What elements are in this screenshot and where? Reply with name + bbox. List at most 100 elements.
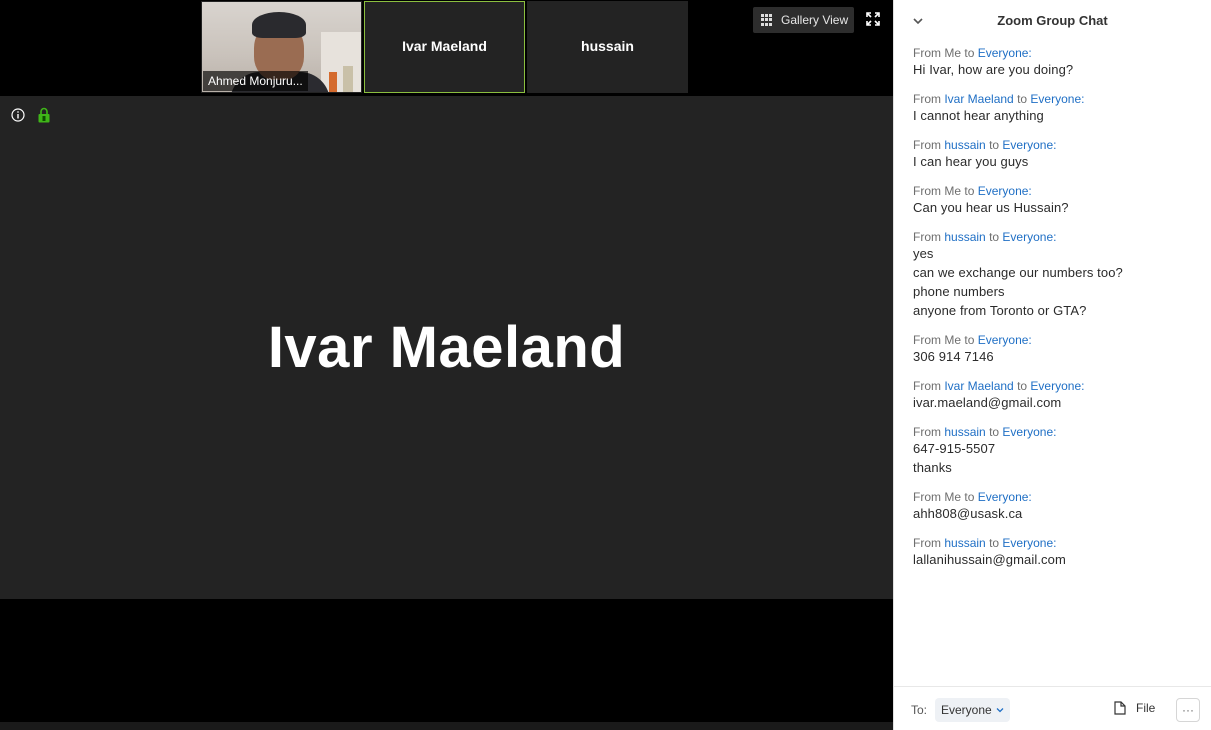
participant-thumbnail-hussain[interactable]: hussain [527, 1, 688, 93]
chat-message-text: ivar.maeland@gmail.com [913, 395, 1062, 410]
chat-message-text: Hi Ivar, how are you doing? [913, 62, 1074, 77]
recipient-name[interactable]: Everyone: [978, 46, 1032, 60]
chat-panel: Zoom Group Chat From Me to Everyone: Hi I… [893, 0, 1211, 730]
more-options-button[interactable]: ··· [1176, 698, 1200, 722]
chat-message-text: thanks [913, 460, 952, 475]
chat-message: From Ivar Maeland to Everyone: ivar.maela… [913, 379, 1201, 412]
sender-name: Me [944, 46, 962, 60]
sender-name[interactable]: hussain [944, 536, 985, 550]
recipient-name[interactable]: Everyone: [978, 333, 1032, 347]
active-speaker-video: Ivar Maeland [0, 96, 893, 599]
participant-thumbnail-ivar[interactable]: Ivar Maeland [364, 1, 525, 93]
chat-message: From Me to Everyone: Hi Ivar, how are you… [913, 46, 1201, 79]
chat-message: From hussain to Everyone: I can hear you … [913, 138, 1201, 171]
recipient-name[interactable]: Everyone: [1030, 379, 1084, 393]
from-prefix: From [913, 379, 941, 393]
to-word: to [964, 333, 975, 347]
chat-title: Zoom Group Chat [997, 13, 1108, 28]
chat-message: From Me to Everyone: Can you hear us Huss… [913, 184, 1201, 217]
recipient-name[interactable]: Everyone: [978, 184, 1032, 198]
to-word: to [1017, 92, 1028, 106]
from-prefix: From [913, 138, 941, 152]
chat-message: From hussain to Everyone: lallanihussain@… [913, 536, 1201, 569]
chat-message-text: I cannot hear anything [913, 108, 1044, 123]
chat-message-list: From Me to Everyone: Hi Ivar, how are you… [913, 46, 1201, 582]
chat-header: Zoom Group Chat [894, 0, 1211, 42]
file-button[interactable]: File [1114, 701, 1155, 715]
chat-message-meta: From Ivar Maeland to Everyone: [913, 379, 1201, 393]
recipient-name[interactable]: Everyone: [978, 490, 1032, 504]
from-prefix: From [913, 230, 941, 244]
chat-message: From Me to Everyone: ahh808@usask.ca [913, 490, 1201, 523]
from-prefix: From [913, 536, 941, 550]
to-word: to [964, 184, 975, 198]
chat-message: From hussain to Everyone: yes can we excha… [913, 230, 1201, 320]
file-icon [1114, 701, 1126, 715]
recipient-value: Everyone [941, 703, 992, 717]
sender-name[interactable]: Ivar Maeland [944, 379, 1013, 393]
chat-message-meta: From Ivar Maeland to Everyone: [913, 92, 1201, 106]
to-word: to [989, 138, 1000, 152]
recipient-name[interactable]: Everyone: [1002, 230, 1056, 244]
chat-message-text: 306 914 7146 [913, 349, 994, 364]
recipient-name[interactable]: Everyone: [1002, 425, 1056, 439]
zoom-meeting-window: Ahmed Monjuru... Ivar Maeland hussain Ga… [0, 0, 1211, 730]
to-word: to [989, 425, 1000, 439]
encryption-lock-icon[interactable] [38, 107, 50, 123]
chat-message-text: can we exchange our numbers too? [913, 265, 1123, 280]
participant-name-label: Ivar Maeland [402, 38, 487, 54]
recipient-name[interactable]: Everyone: [1030, 92, 1084, 106]
sender-name: Me [944, 490, 962, 504]
chat-message-meta: From Me to Everyone: [913, 333, 1201, 347]
chat-message-meta: From Me to Everyone: [913, 490, 1201, 504]
to-word: to [989, 230, 1000, 244]
chat-message-meta: From hussain to Everyone: [913, 138, 1201, 152]
fullscreen-icon[interactable] [866, 12, 880, 26]
participant-cap [252, 12, 306, 38]
chat-message-text: 647-915-5507 [913, 441, 996, 456]
to-word: to [964, 46, 975, 60]
sender-name[interactable]: hussain [944, 230, 985, 244]
background-shelf [321, 32, 361, 92]
recipient-name[interactable]: Everyone: [1002, 536, 1056, 550]
info-icon[interactable] [11, 108, 25, 122]
from-prefix: From [913, 425, 941, 439]
gallery-view-button[interactable]: Gallery View [753, 7, 854, 33]
chat-message-text: ahh808@usask.ca [913, 506, 1023, 521]
from-prefix: From [913, 92, 941, 106]
chevron-down-icon [996, 708, 1004, 713]
from-prefix: From [913, 184, 941, 198]
chat-message-text: Can you hear us Hussain? [913, 200, 1069, 215]
sender-name[interactable]: Ivar Maeland [944, 92, 1013, 106]
sender-name: Me [944, 184, 962, 198]
from-prefix: From [913, 333, 941, 347]
recipient-dropdown[interactable]: Everyone [935, 698, 1010, 722]
participant-thumbnail-ahmed[interactable]: Ahmed Monjuru... [201, 1, 362, 93]
gallery-view-label: Gallery View [781, 13, 849, 27]
to-word: to [1017, 379, 1028, 393]
from-prefix: From [913, 490, 941, 504]
to-label: To: [911, 703, 928, 717]
chat-message-meta: From hussain to Everyone: [913, 425, 1201, 439]
video-area: Ahmed Monjuru... Ivar Maeland hussain Ga… [0, 0, 893, 730]
chat-message-meta: From Me to Everyone: [913, 184, 1201, 198]
chat-message: From Me to Everyone: 306 914 7146 [913, 333, 1201, 366]
chat-message-meta: From hussain to Everyone: [913, 230, 1201, 244]
participant-name-label: Ahmed Monjuru... [203, 71, 308, 91]
bottom-toolbar-edge [0, 722, 893, 730]
chat-message-meta: From Me to Everyone: [913, 46, 1201, 60]
sender-name: Me [944, 333, 962, 347]
chat-message-text: anyone from Toronto or GTA? [913, 303, 1087, 318]
chat-message-text: I can hear you guys [913, 154, 1029, 169]
chat-footer: To: Everyone File ··· [894, 686, 1211, 730]
chat-message-text: lallanihussain@gmail.com [913, 552, 1066, 567]
chat-message: From Ivar Maeland to Everyone: I cannot h… [913, 92, 1201, 125]
recipient-name[interactable]: Everyone: [1002, 138, 1056, 152]
sender-name[interactable]: hussain [944, 138, 985, 152]
to-word: to [964, 490, 975, 504]
file-label: File [1136, 701, 1156, 715]
chat-message-text: phone numbers [913, 284, 1005, 299]
grid-icon [761, 14, 773, 26]
sender-name[interactable]: hussain [944, 425, 985, 439]
participant-name-label: hussain [581, 38, 634, 54]
